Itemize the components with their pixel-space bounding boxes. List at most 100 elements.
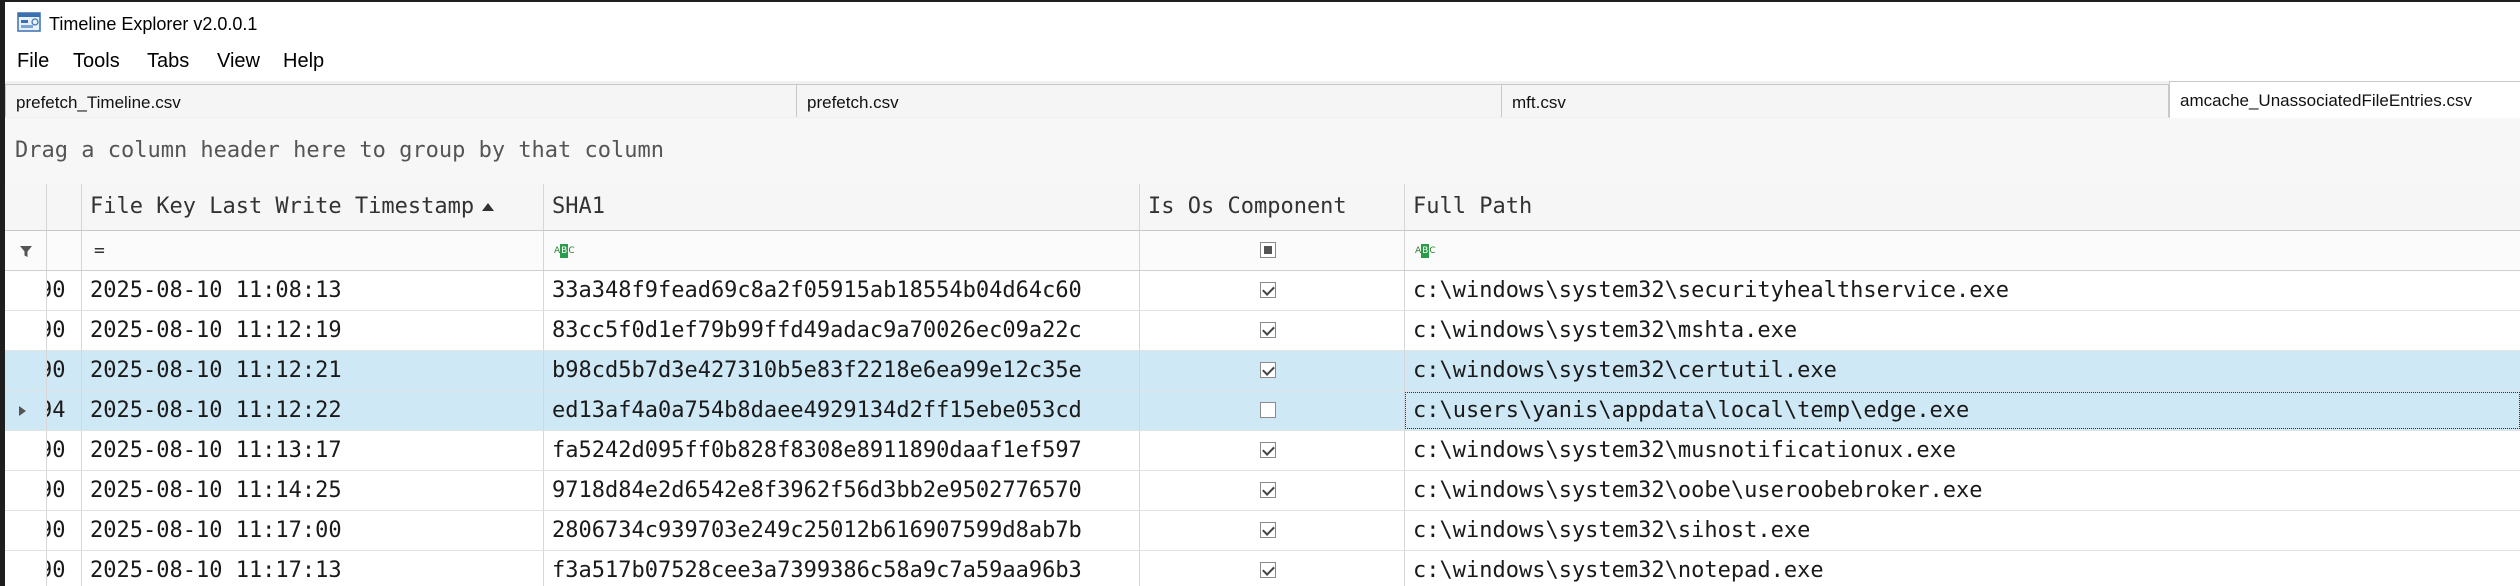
filter-funnel-icon [20,246,32,257]
full-path-cell[interactable]: c:\windows\system32\notepad.exe [1405,551,2520,586]
filter-prefix[interactable] [47,231,82,270]
os-component-checkbox[interactable] [1260,322,1276,338]
timestamp-cell[interactable]: 2025-08-10 11:08:13 [82,271,544,310]
auto-filter-row: = ABC ABC [5,231,2520,271]
equals-operator-icon[interactable]: = [94,231,105,270]
column-header-full-path[interactable]: Full Path [1405,184,2520,230]
prefix-cell: 90 [47,431,82,470]
tab-prefetch[interactable]: prefetch.csv [796,84,1506,117]
full-path-cell[interactable]: c:\windows\system32\certutil.exe [1405,351,2520,390]
sha1-cell[interactable]: 33a348f9fead69c8a2f05915ab18554b04d64c60 [544,271,1140,310]
full-path-cell[interactable]: c:\windows\system32\sihost.exe [1405,511,2520,550]
row-indicator [5,431,47,470]
filter-sha1[interactable]: ABC [544,231,1140,270]
prefix-cell: 90 [47,351,82,390]
os-component-checkbox[interactable] [1260,442,1276,458]
timestamp-cell[interactable]: 2025-08-10 11:12:22 [82,391,544,430]
is-os-component-cell[interactable] [1140,431,1405,470]
sha1-cell[interactable]: f3a517b07528cee3a7399386c58a9c7a59aa96b3 [544,551,1140,586]
is-os-component-cell[interactable] [1140,311,1405,350]
is-os-component-cell[interactable] [1140,391,1405,430]
tab-mft[interactable]: mft.csv [1501,84,2169,117]
table-row[interactable]: 90 2025-08-10 11:12:21 b98cd5b7d3e427310… [5,351,2520,391]
is-os-component-cell[interactable] [1140,511,1405,550]
row-indicator [5,551,47,586]
full-path-text: c:\users\yanis\appdata\local\temp\edge.e… [1413,398,1970,423]
title-bar: Timeline Explorer v2.0.0.1 [5,2,2520,45]
table-row[interactable]: 90 2025-08-10 11:14:25 9718d84e2d6542e8f… [5,471,2520,511]
timestamp-cell[interactable]: 2025-08-10 11:13:17 [82,431,544,470]
filter-row-indicator [5,231,47,270]
full-path-cell[interactable]: c:\windows\system32\mshta.exe [1405,311,2520,350]
timestamp-cell[interactable]: 2025-08-10 11:17:00 [82,511,544,550]
table-row[interactable]: 90 2025-08-10 11:12:19 83cc5f0d1ef79b99f… [5,311,2520,351]
os-component-checkbox[interactable] [1260,282,1276,298]
is-os-component-cell[interactable] [1140,351,1405,390]
row-indicator [5,351,47,390]
column-header-timestamp[interactable]: File Key Last Write Timestamp [82,184,544,230]
timeline-explorer-window: Timeline Explorer v2.0.0.1 File Tools Ta… [5,2,2520,586]
sort-ascending-icon [482,203,495,211]
row-indicator [5,271,47,310]
group-panel-hint: Drag a column header here to group by th… [15,138,665,163]
os-component-checkbox[interactable] [1260,402,1276,418]
row-indicator [5,391,47,430]
menu-tools[interactable]: Tools [73,50,120,73]
os-component-checkbox[interactable] [1260,562,1276,578]
full-path-cell[interactable]: c:\windows\system32\musnotificationux.ex… [1405,431,2520,470]
timestamp-cell[interactable]: 2025-08-10 11:12:21 [82,351,544,390]
full-path-cell-focused[interactable]: c:\users\yanis\appdata\local\temp\edge.e… [1405,391,2520,430]
abc-filter-icon[interactable]: ABC [1415,244,1437,258]
table-row[interactable]: 90 2025-08-10 11:17:00 2806734c939703e24… [5,511,2520,551]
is-os-component-cell[interactable] [1140,471,1405,510]
os-component-checkbox[interactable] [1260,522,1276,538]
current-row-pointer-icon [19,406,26,416]
table-row[interactable]: 90 2025-08-10 11:13:17 fa5242d095ff0b828… [5,431,2520,471]
sha1-cell[interactable]: fa5242d095ff0b828f8308e8911890daaf1ef597 [544,431,1140,470]
full-path-cell[interactable]: c:\windows\system32\oobe\useroobebroker.… [1405,471,2520,510]
prefix-cell: 90 [47,271,82,310]
timestamp-cell[interactable]: 2025-08-10 11:14:25 [82,471,544,510]
sha1-cell[interactable]: ed13af4a0a754b8daee4929134d2ff15ebe053cd [544,391,1140,430]
sha1-cell[interactable]: 9718d84e2d6542e8f3962f56d3bb2e9502776570 [544,471,1140,510]
abc-filter-icon[interactable]: ABC [554,244,576,258]
tab-amcache-unassociated[interactable]: amcache_UnassociatedFileEntries.csv [2169,81,2520,119]
sha1-cell[interactable]: 83cc5f0d1ef79b99ffd49adac9a70026ec09a22c [544,311,1140,350]
table-row[interactable]: 90 2025-08-10 11:08:13 33a348f9fead69c8a… [5,271,2520,311]
column-header-is-os-component[interactable]: Is Os Component [1140,184,1405,230]
column-header-timestamp-label: File Key Last Write Timestamp [90,194,475,219]
row-indicator [5,471,47,510]
filter-is-os-component[interactable] [1140,231,1405,270]
menu-help[interactable]: Help [283,50,324,73]
column-header-sha1[interactable]: SHA1 [544,184,1140,230]
group-by-panel[interactable]: Drag a column header here to group by th… [5,118,2520,185]
tab-prefetch-timeline[interactable]: prefetch_Timeline.csv [5,84,801,117]
row-indicator-header [5,184,47,230]
filter-timestamp[interactable]: = [82,231,544,270]
menu-file[interactable]: File [17,50,49,73]
sha1-cell[interactable]: b98cd5b7d3e427310b5e83f2218e6ea99e12c35e [544,351,1140,390]
prefix-column-header [47,184,82,230]
prefix-cell: 90 [47,511,82,550]
full-path-cell[interactable]: c:\windows\system32\securityhealthservic… [1405,271,2520,310]
menu-tabs[interactable]: Tabs [147,50,189,73]
filter-full-path[interactable]: ABC [1405,231,2520,270]
os-component-checkbox[interactable] [1260,482,1276,498]
os-component-checkbox[interactable] [1260,362,1276,378]
menu-view[interactable]: View [217,50,260,73]
tab-bar: prefetch_Timeline.csv prefetch.csv mft.c… [5,81,2520,119]
timeline-explorer-icon [17,12,41,32]
checkbox-filter-icon[interactable] [1260,242,1276,258]
prefix-cell: 90 [47,551,82,586]
window-title: Timeline Explorer v2.0.0.1 [49,14,258,34]
table-row[interactable]: 90 2025-08-10 11:17:13 f3a517b07528cee3a… [5,551,2520,586]
row-indicator [5,511,47,550]
timestamp-cell[interactable]: 2025-08-10 11:12:19 [82,311,544,350]
is-os-component-cell[interactable] [1140,551,1405,586]
timestamp-cell[interactable]: 2025-08-10 11:17:13 [82,551,544,586]
sha1-cell[interactable]: 2806734c939703e249c25012b616907599d8ab7b [544,511,1140,550]
prefix-cell: 94 [47,391,82,430]
is-os-component-cell[interactable] [1140,271,1405,310]
menu-bar: File Tools Tabs View Help [5,45,2520,81]
table-row-current[interactable]: 94 2025-08-10 11:12:22 ed13af4a0a754b8da… [5,391,2520,431]
